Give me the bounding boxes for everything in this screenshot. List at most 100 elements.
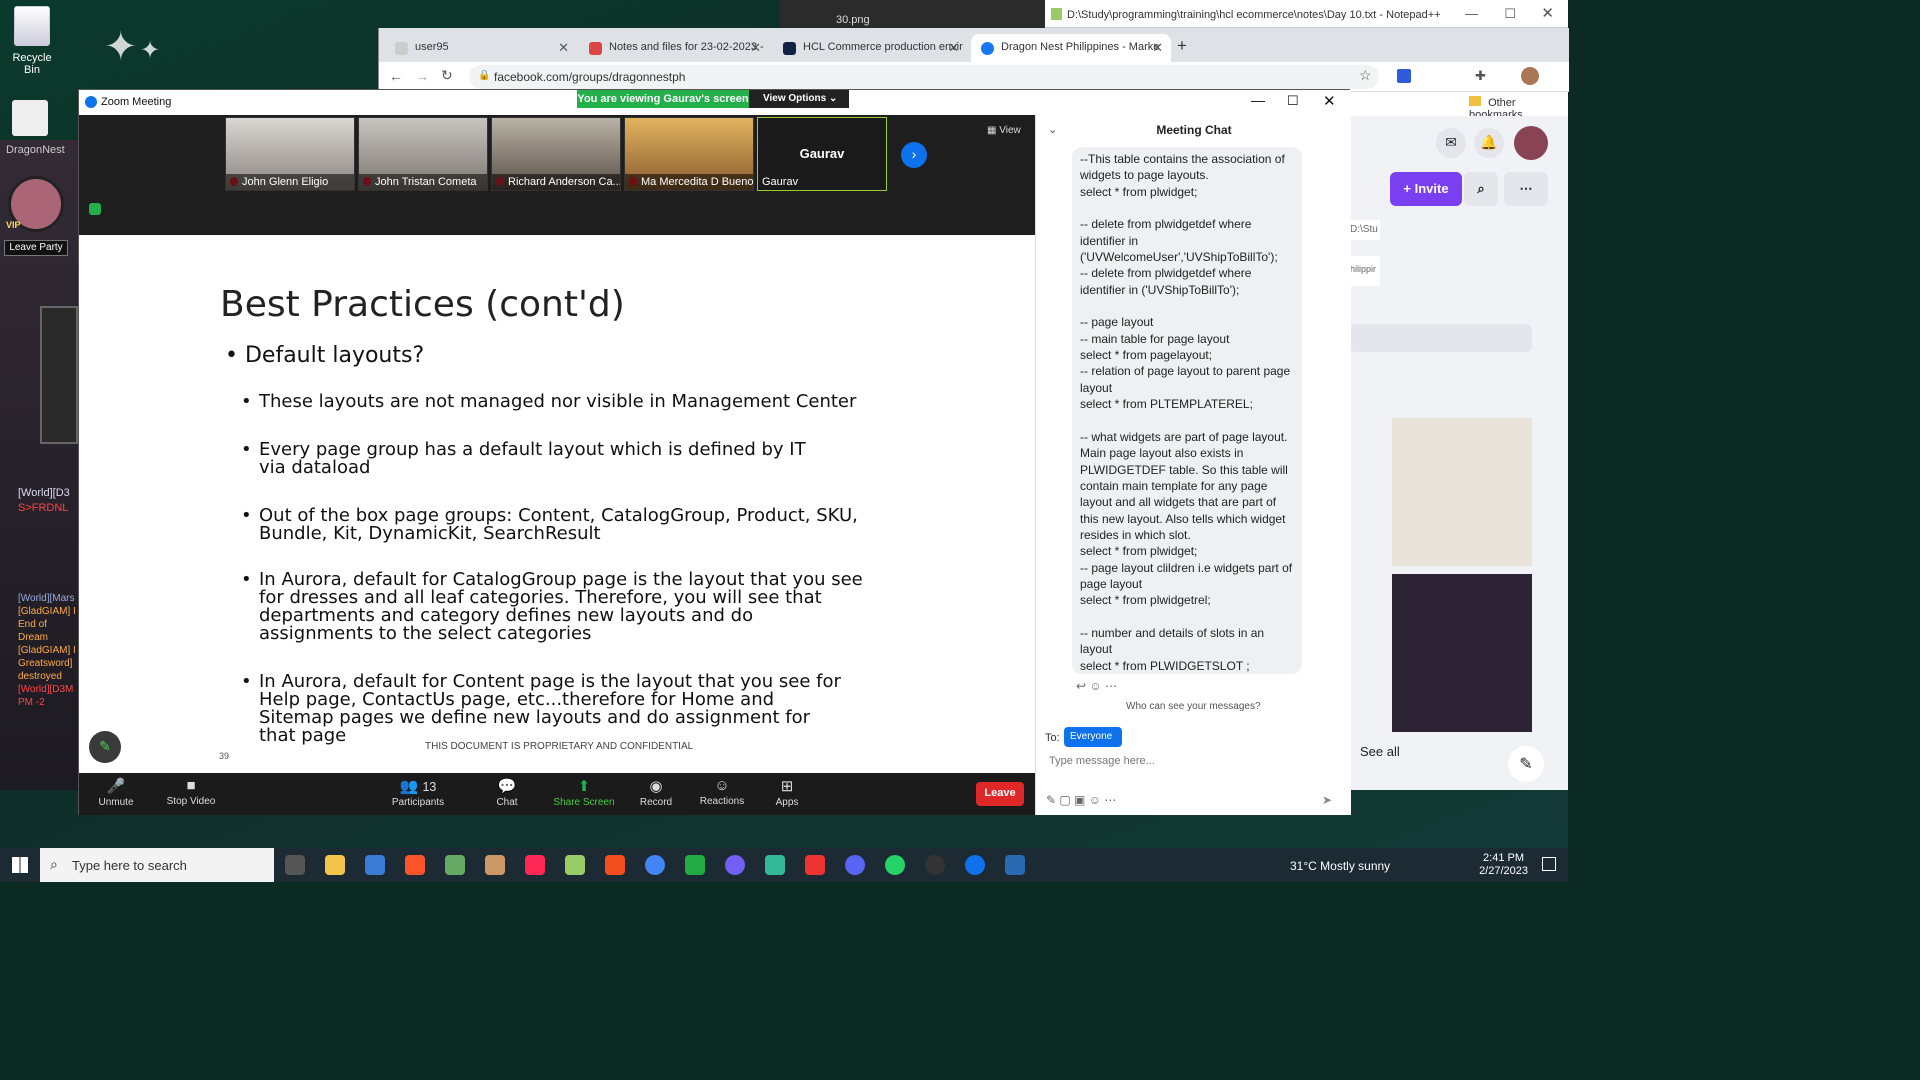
file-explorer-icon[interactable] [325,855,345,875]
record-button[interactable]: ◉ Record [621,777,691,808]
apps-button[interactable]: ⊞ Apps [752,777,822,808]
reload-icon[interactable]: ↻ [441,67,453,84]
app-icon[interactable] [805,855,825,875]
share-screen-button[interactable]: ⬆ Share Screen [549,777,619,808]
figma-icon[interactable] [605,855,625,875]
tab-dragon-nest[interactable]: Dragon Nest Philippines - Marke ✕ [971,34,1171,62]
puzzle-icon[interactable]: ✚ [1475,68,1486,84]
recycle-bin-shortcut[interactable]: Recycle Bin [4,6,60,76]
notification-icon[interactable] [1542,857,1556,871]
profile-avatar[interactable] [1521,67,1539,85]
message-actions[interactable]: ↩ ☺ ⋯ [1076,679,1117,693]
folder-icon [1469,96,1481,106]
app-icon[interactable] [365,855,385,875]
star-icon[interactable]: ☆ [1359,67,1372,84]
taskbar-search[interactable]: ⌕ Type here to search [40,848,274,882]
close-tab-icon[interactable]: ✕ [1152,40,1163,56]
compose-icon[interactable]: ✎ [1508,746,1544,782]
tab-user95[interactable]: user95 ✕ [385,34,577,62]
post-image[interactable] [1392,574,1532,732]
app-icon[interactable] [925,855,945,875]
app-icon[interactable] [445,855,465,875]
next-page-icon[interactable]: › [901,142,927,168]
view-button[interactable]: ▦ View [987,125,1021,136]
close-icon[interactable]: ✕ [1323,92,1336,110]
game-window[interactable]: DragonNest VIP Leave Party [World][D3 S>… [0,140,78,790]
discord-icon[interactable] [845,855,865,875]
video-tile[interactable]: Ma Mercedita D Bueno [624,117,754,191]
minimize-icon[interactable]: — [1251,92,1265,108]
who-can-see-link[interactable]: Who can see your messages? [1126,701,1261,712]
video-tile[interactable]: Richard Anderson Ca... [491,117,621,191]
weather-widget[interactable]: 31°C Mostly sunny [1290,859,1390,873]
zoom-window[interactable]: Zoom Meeting — ☐ ✕ You are viewing Gaura… [78,89,1351,815]
participants-icon: 👥 13 [399,778,437,795]
app-icon[interactable] [685,855,705,875]
viber-icon[interactable] [725,855,745,875]
close-tab-icon[interactable]: ✕ [558,40,569,56]
folder-icon[interactable] [12,100,48,136]
snippet: hilippir [1350,256,1380,286]
search-icon[interactable]: ⌕ [1464,172,1498,206]
message-input[interactable]: Type message here... [1049,755,1155,767]
url-input[interactable]: 🔒 facebook.com/groups/dragonnestph [469,65,1379,89]
forward-icon[interactable]: → [415,68,429,84]
vip-badge: VIP [6,220,21,230]
video-tile[interactable]: John Glenn Eligio [225,117,355,191]
app-icon[interactable] [1005,855,1025,875]
app-icon[interactable] [485,855,505,875]
stop-video-button[interactable]: ■ Stop Video [156,777,226,807]
tab-notes[interactable]: Notes and files for 23-02-2023 - ✕ [579,34,769,62]
annotate-icon[interactable]: ✎ [89,731,121,763]
send-icon[interactable]: ➤ [1322,793,1332,807]
chat-format-icons[interactable]: ✎ ▢ ▣ ☺ ⋯ [1046,793,1116,807]
avatar[interactable] [1514,126,1548,160]
close-tab-icon[interactable]: ✕ [750,40,761,56]
participants-button[interactable]: 👥 13 Participants [383,777,453,808]
notepadpp-icon[interactable] [565,855,585,875]
shield-icon [89,203,101,215]
video-tile-active[interactable]: Gaurav Gaurav [757,117,887,191]
chrome-icon[interactable] [645,855,665,875]
close-icon[interactable]: ✕ [1541,4,1554,22]
chat-button[interactable]: 💬 Chat [472,777,542,808]
clock[interactable]: 2:41 PM 2/27/2023 [1479,852,1528,878]
edge-icon[interactable] [765,855,785,875]
notifications-icon[interactable]: 🔔 [1474,128,1504,158]
image-viewer-window[interactable]: 30.png [780,0,1046,28]
post-image[interactable] [1392,418,1532,566]
slide-bullet: Every page group has a default layout wh… [241,441,819,477]
reactions-button[interactable]: ☺ Reactions [687,777,757,807]
search-field[interactable] [1350,324,1532,352]
game-panel [40,306,78,444]
intellij-icon[interactable] [525,855,545,875]
slide-footer: THIS DOCUMENT IS PROPRIETARY AND CONFIDE… [425,741,694,752]
brave-icon[interactable] [405,855,425,875]
recipient-dropdown[interactable]: Everyone ⌄ [1064,727,1122,753]
extension-icon[interactable] [1397,69,1411,83]
minimize-icon[interactable]: — [1465,6,1478,21]
task-view-icon[interactable] [285,855,305,875]
zoom-icon[interactable] [965,855,985,875]
back-icon[interactable]: ← [389,68,403,84]
chat-message[interactable]: --This table contains the association of… [1072,147,1302,674]
invite-button[interactable]: + Invite [1390,172,1462,206]
start-icon[interactable] [12,857,28,873]
messenger-icon[interactable]: ✉ [1436,128,1466,158]
leave-party-button[interactable]: Leave Party [4,240,68,256]
new-tab-button[interactable]: + [1177,36,1187,56]
whatsapp-icon[interactable] [885,855,905,875]
more-icon[interactable]: ⋯ [1504,172,1548,206]
video-tile[interactable]: John Tristan Cometa [358,117,488,191]
maximize-icon[interactable]: ☐ [1504,6,1516,22]
slide-bullet: Out of the box page groups: Content, Cat… [241,507,859,543]
maximize-icon[interactable]: ☐ [1287,93,1299,109]
close-tab-icon[interactable]: ✕ [948,40,959,56]
leave-button[interactable]: Leave [976,782,1024,806]
tab-hcl[interactable]: HCL Commerce production envir ✕ [773,34,967,62]
slide-bullet: In Aurora, default for Content page is t… [241,673,849,745]
see-all-link[interactable]: See all [1360,744,1400,759]
notepad-titlebar[interactable]: D:\Study\programming\training\hcl ecomme… [1045,0,1568,28]
unmute-button[interactable]: 🎤 Unmute [81,777,151,808]
view-options-button[interactable]: View Options ⌄ [749,90,849,108]
